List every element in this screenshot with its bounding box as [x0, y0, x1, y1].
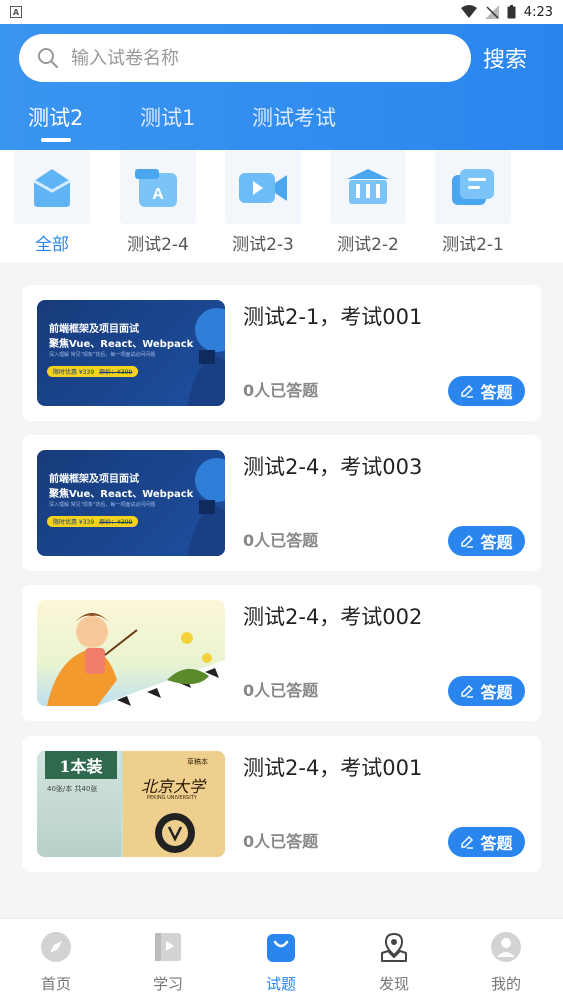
exam-card[interactable]: 测试2-4，考试002 0人已答题 答题	[22, 585, 541, 721]
edit-icon	[461, 685, 474, 698]
tabbar-questions[interactable]: 试题	[241, 929, 321, 994]
signal-icon	[484, 5, 499, 19]
answer-button[interactable]: 答题	[448, 827, 525, 857]
header: 搜索 测试2 测试1 测试考试	[0, 24, 563, 150]
category-label: 全部	[35, 235, 69, 255]
tabbar-study[interactable]: 学习	[128, 929, 208, 994]
bag-icon	[263, 929, 299, 965]
folder-icon	[14, 150, 90, 224]
category-all[interactable]: 全部	[14, 150, 90, 262]
bottom-tab-bar: 首页 学习 试题 发现 我的	[0, 918, 563, 1002]
battery-icon	[507, 5, 516, 19]
answered-count: 0人已答题	[243, 681, 319, 700]
category-test2-1[interactable]: 测试2-1	[435, 150, 511, 262]
answer-button[interactable]: 答题	[448, 676, 525, 706]
tabbar-mine[interactable]: 我的	[466, 929, 546, 994]
category-test2-4[interactable]: A 测试2-4	[120, 150, 196, 262]
university-seal-icon	[155, 813, 195, 853]
category-test2-3[interactable]: 测试2-3	[225, 150, 301, 262]
notebook-thumbnail: 1本装 40张/本 共40张 草稿本 北京大学 PEKING UNIVERSIT…	[37, 751, 225, 857]
svg-text:A: A	[152, 186, 164, 203]
illustration-thumbnail	[37, 600, 225, 706]
edit-icon	[461, 385, 474, 398]
edit-icon	[461, 535, 474, 548]
status-time: 4:23	[523, 4, 553, 20]
compass-icon	[38, 929, 74, 965]
category-row: 全部 A 测试2-4 测试2-3 测试2-2 测试2-1	[0, 150, 563, 262]
tabbar-discover[interactable]: 发现	[354, 929, 434, 994]
video-camera-icon	[225, 150, 301, 224]
exam-title: 测试2-4，考试003	[243, 455, 423, 479]
search-box[interactable]	[19, 34, 471, 82]
exam-card[interactable]: 1本装 40张/本 共40张 草稿本 北京大学 PEKING UNIVERSIT…	[22, 736, 541, 872]
card-icon	[435, 150, 511, 224]
user-icon	[488, 929, 524, 965]
tab-test-exam[interactable]: 测试考试	[252, 102, 336, 132]
search-input[interactable]	[71, 47, 431, 69]
category-label: 测试2-2	[337, 235, 399, 255]
tabbar-home[interactable]: 首页	[16, 929, 96, 994]
answered-count: 0人已答题	[243, 832, 319, 851]
document-a-icon: A	[120, 150, 196, 224]
exam-card[interactable]: 前端框架及项目面试 聚焦Vue、React、Webpack 深入理解 常见"现象…	[22, 285, 541, 421]
course-thumbnail: 前端框架及项目面试 聚焦Vue、React、Webpack 深入理解 常见"现象…	[37, 450, 225, 556]
exam-title: 测试2-4，考试001	[243, 756, 423, 780]
exam-title: 测试2-1，考试001	[243, 305, 423, 329]
wifi-icon	[460, 5, 477, 18]
course-thumbnail: 前端框架及项目面试 聚焦Vue、React、Webpack 深入理解 常见"现象…	[37, 300, 225, 406]
tab-test2[interactable]: 测试2	[28, 102, 83, 132]
answered-count: 0人已答题	[243, 531, 319, 550]
exam-title: 测试2-4，考试002	[243, 605, 423, 629]
active-tab-indicator	[41, 138, 71, 142]
edit-icon	[461, 836, 474, 849]
category-label: 测试2-1	[442, 235, 504, 255]
bank-icon	[330, 150, 406, 224]
status-bar: A 4:23	[0, 0, 563, 24]
category-test2-2[interactable]: 测试2-2	[330, 150, 406, 262]
answer-button[interactable]: 答题	[448, 526, 525, 556]
map-pin-icon	[376, 929, 412, 965]
search-button[interactable]: 搜索	[483, 42, 527, 74]
answer-button[interactable]: 答题	[448, 376, 525, 406]
category-label: 测试2-4	[127, 235, 189, 255]
answered-count: 0人已答题	[243, 381, 319, 400]
status-icons: 4:23	[460, 4, 553, 20]
exam-card[interactable]: 前端框架及项目面试 聚焦Vue、React、Webpack 深入理解 常见"现象…	[22, 435, 541, 571]
category-label: 测试2-3	[232, 235, 294, 255]
search-icon	[38, 48, 59, 69]
book-icon	[150, 929, 186, 965]
notification-icon: A	[10, 6, 22, 18]
exam-tabs: 测试2 测试1 测试考试	[0, 100, 563, 150]
tab-test1[interactable]: 测试1	[140, 102, 195, 132]
